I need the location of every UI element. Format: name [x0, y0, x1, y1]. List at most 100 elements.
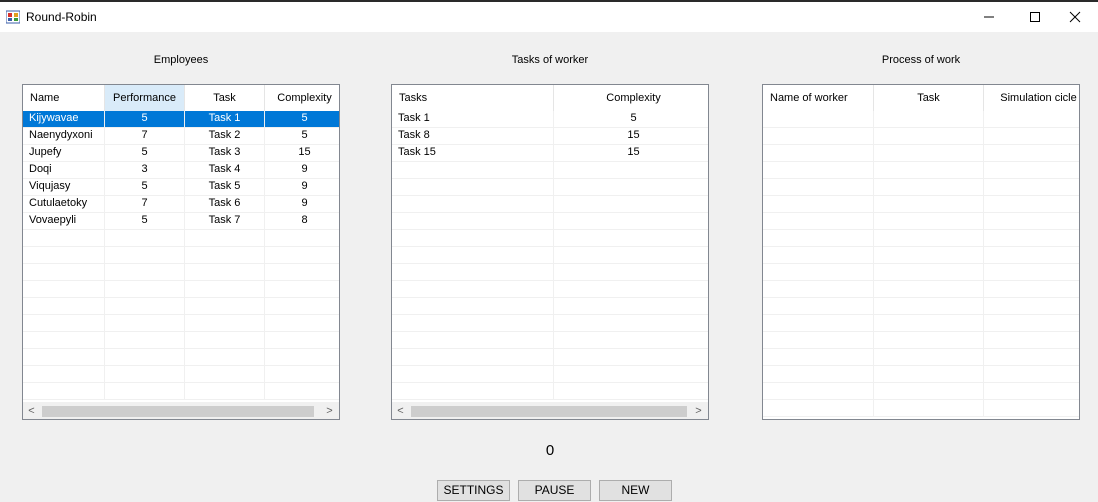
table-cell[interactable]: [23, 298, 105, 314]
close-button[interactable]: [1052, 2, 1098, 32]
table-cell[interactable]: [763, 247, 874, 263]
table-cell[interactable]: [185, 230, 265, 246]
table-cell[interactable]: [984, 281, 1079, 297]
table-cell[interactable]: [23, 281, 105, 297]
empty-row[interactable]: [392, 213, 708, 230]
table-cell[interactable]: [392, 247, 554, 263]
table-cell[interactable]: [874, 111, 984, 127]
table-cell[interactable]: [554, 332, 708, 348]
table-cell[interactable]: [23, 349, 105, 365]
table-cell[interactable]: [392, 349, 554, 365]
empty-row[interactable]: [23, 366, 339, 383]
table-cell[interactable]: [763, 315, 874, 331]
table-cell[interactable]: [105, 230, 185, 246]
table-cell[interactable]: [265, 349, 339, 365]
table-cell[interactable]: [763, 111, 874, 127]
empty-row[interactable]: [23, 383, 339, 400]
table-cell[interactable]: [265, 230, 339, 246]
table-cell[interactable]: [105, 264, 185, 280]
column-header-simulation-cicle[interactable]: Simulation cicle: [984, 85, 1079, 111]
table-cell[interactable]: Kijywavae: [23, 111, 105, 127]
employees-grid[interactable]: Name Performance Task Complexity Kijywav…: [22, 84, 340, 420]
new-button[interactable]: NEW: [599, 480, 672, 501]
table-row[interactable]: Task 15 15: [392, 145, 708, 162]
empty-row[interactable]: [763, 298, 1079, 315]
table-cell[interactable]: Jupefy: [23, 145, 105, 161]
table-cell[interactable]: [874, 128, 984, 144]
table-cell[interactable]: Task 8: [392, 128, 554, 144]
column-header-task[interactable]: Task: [874, 85, 984, 111]
table-cell[interactable]: [984, 264, 1079, 280]
empty-row[interactable]: [23, 281, 339, 298]
table-cell[interactable]: [105, 281, 185, 297]
table-cell[interactable]: [984, 145, 1079, 161]
table-cell[interactable]: [392, 366, 554, 382]
table-cell[interactable]: 9: [265, 179, 339, 195]
empty-row[interactable]: [392, 383, 708, 400]
empty-row[interactable]: [763, 247, 1079, 264]
table-row[interactable]: Task 15: [392, 111, 708, 128]
empty-row[interactable]: [763, 213, 1079, 230]
empty-row[interactable]: [763, 366, 1079, 383]
empty-row[interactable]: [763, 349, 1079, 366]
table-cell[interactable]: [874, 298, 984, 314]
table-cell[interactable]: [874, 332, 984, 348]
table-cell[interactable]: Viqujasy: [23, 179, 105, 195]
table-cell[interactable]: [554, 366, 708, 382]
table-cell[interactable]: 7: [105, 196, 185, 212]
column-header-name-of-worker[interactable]: Name of worker: [763, 85, 874, 111]
table-cell[interactable]: [984, 400, 1079, 416]
table-cell[interactable]: Task 1: [185, 111, 265, 127]
table-cell[interactable]: [185, 281, 265, 297]
empty-row[interactable]: [392, 230, 708, 247]
table-cell[interactable]: [105, 349, 185, 365]
table-cell[interactable]: 3: [105, 162, 185, 178]
table-cell[interactable]: [763, 349, 874, 365]
table-row[interactable]: Vovaepyli 5 Task 78: [23, 213, 339, 230]
tasks-horizontal-scrollbar[interactable]: < >: [392, 402, 708, 419]
table-row[interactable]: Viqujasy 5 Task 59: [23, 179, 339, 196]
empty-row[interactable]: [23, 264, 339, 281]
table-cell[interactable]: [185, 298, 265, 314]
table-cell[interactable]: [763, 162, 874, 178]
table-cell[interactable]: [554, 179, 708, 195]
table-cell[interactable]: [392, 264, 554, 280]
empty-row[interactable]: [763, 383, 1079, 400]
table-cell[interactable]: Task 5: [185, 179, 265, 195]
table-cell[interactable]: Task 3: [185, 145, 265, 161]
process-grid[interactable]: Name of worker Task Simulation cicle: [762, 84, 1080, 420]
table-row[interactable]: Task 8 15: [392, 128, 708, 145]
empty-row[interactable]: [392, 179, 708, 196]
table-cell[interactable]: [392, 383, 554, 399]
table-cell[interactable]: [984, 196, 1079, 212]
table-cell[interactable]: [874, 366, 984, 382]
table-cell[interactable]: [185, 315, 265, 331]
table-cell[interactable]: [185, 383, 265, 399]
table-cell[interactable]: [874, 247, 984, 263]
table-cell[interactable]: Task 2: [185, 128, 265, 144]
table-cell[interactable]: 9: [265, 162, 339, 178]
table-cell[interactable]: [984, 349, 1079, 365]
pause-button[interactable]: PAUSE: [518, 480, 591, 501]
table-cell[interactable]: [105, 315, 185, 331]
table-cell[interactable]: [763, 366, 874, 382]
table-cell[interactable]: [554, 247, 708, 263]
table-cell[interactable]: [23, 366, 105, 382]
empty-row[interactable]: [392, 281, 708, 298]
table-cell[interactable]: [265, 264, 339, 280]
table-cell[interactable]: [554, 298, 708, 314]
table-cell[interactable]: [984, 383, 1079, 399]
table-cell[interactable]: [554, 196, 708, 212]
table-cell[interactable]: [984, 213, 1079, 229]
table-cell[interactable]: [874, 145, 984, 161]
empty-row[interactable]: [23, 230, 339, 247]
table-cell[interactable]: [554, 230, 708, 246]
table-cell[interactable]: [874, 383, 984, 399]
table-cell[interactable]: [392, 298, 554, 314]
table-cell[interactable]: [105, 332, 185, 348]
empty-row[interactable]: [23, 315, 339, 332]
scrollbar-thumb[interactable]: [42, 406, 314, 417]
table-cell[interactable]: [874, 349, 984, 365]
table-cell[interactable]: [23, 264, 105, 280]
empty-row[interactable]: [763, 281, 1079, 298]
